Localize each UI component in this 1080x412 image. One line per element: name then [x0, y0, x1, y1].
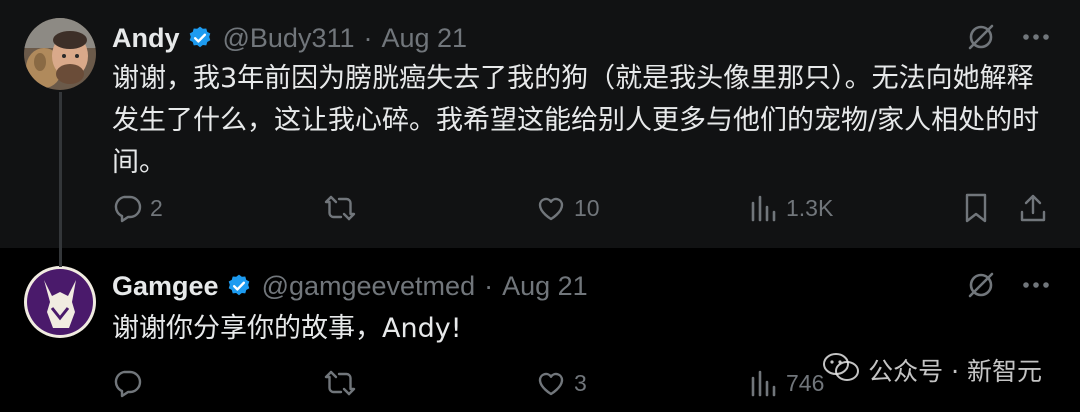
grok-icon[interactable]: [966, 270, 996, 300]
retweet-icon: [324, 193, 356, 223]
tweet-text: 谢谢，我3年前因为膀胱癌失去了我的狗（就是我头像里那只）。无法向她解释发生了什么…: [112, 63, 1040, 178]
author-handle[interactable]: @gamgeevetmed: [262, 271, 476, 302]
author-name[interactable]: Gamgee: [112, 271, 219, 302]
tweet-header: Andy @Budy311 · Aug 21: [112, 18, 467, 58]
reply-button[interactable]: [112, 363, 150, 403]
more-options-icon[interactable]: [1022, 33, 1050, 41]
verified-badge-icon: [187, 25, 213, 51]
retweet-button[interactable]: [324, 188, 364, 228]
grok-icon[interactable]: [966, 22, 996, 52]
tweet-date[interactable]: Aug 21: [502, 271, 588, 302]
reply-count: 2: [150, 194, 163, 221]
share-button[interactable]: [1018, 188, 1048, 228]
tweet-andy[interactable]: Andy @Budy311 · Aug 21 谢谢，我3年前因为膀胱癌失去了我的…: [0, 0, 1080, 248]
analytics-icon: [748, 193, 778, 223]
analytics-icon: [748, 368, 778, 398]
reply-icon: [112, 368, 142, 398]
views-button[interactable]: 746: [748, 363, 824, 403]
thread-connector-line: [59, 92, 62, 267]
reply-button[interactable]: 2: [112, 188, 163, 228]
like-button[interactable]: 3: [536, 363, 587, 403]
verified-badge-icon: [226, 273, 252, 299]
more-options-icon[interactable]: [1022, 281, 1050, 289]
bookmark-icon: [962, 192, 990, 224]
separator-dot: ·: [363, 22, 373, 53]
wechat-watermark: 公众号 · 新智元: [822, 352, 1042, 388]
wechat-icon: [822, 351, 860, 389]
avatar-andy[interactable]: [24, 18, 96, 90]
share-icon: [1018, 192, 1048, 224]
like-count: 10: [574, 194, 600, 221]
tweet-date[interactable]: Aug 21: [382, 23, 468, 54]
reply-icon: [112, 193, 142, 223]
author-name[interactable]: Andy: [112, 23, 180, 54]
heart-icon: [536, 368, 566, 398]
like-button[interactable]: 10: [536, 188, 600, 228]
retweet-button[interactable]: [324, 363, 364, 403]
retweet-icon: [324, 368, 356, 398]
view-count: 1.3K: [786, 194, 834, 221]
bookmark-button[interactable]: [962, 188, 990, 228]
separator-dot: ·: [484, 270, 494, 301]
author-handle[interactable]: @Budy311: [223, 23, 355, 54]
tweet-actions: 2 10 1.3K: [0, 188, 1080, 228]
view-count: 746: [786, 369, 825, 396]
tweet-header: Gamgee @gamgeevetmed · Aug 21: [112, 266, 588, 306]
views-button[interactable]: 1.3K: [748, 188, 833, 228]
like-count: 3: [574, 369, 587, 396]
heart-icon: [536, 193, 566, 223]
avatar-gamgee[interactable]: [24, 266, 96, 338]
watermark-text: 公众号 · 新智元: [868, 357, 1042, 386]
tweet-text: 谢谢你分享你的故事，Andy!: [112, 313, 462, 344]
